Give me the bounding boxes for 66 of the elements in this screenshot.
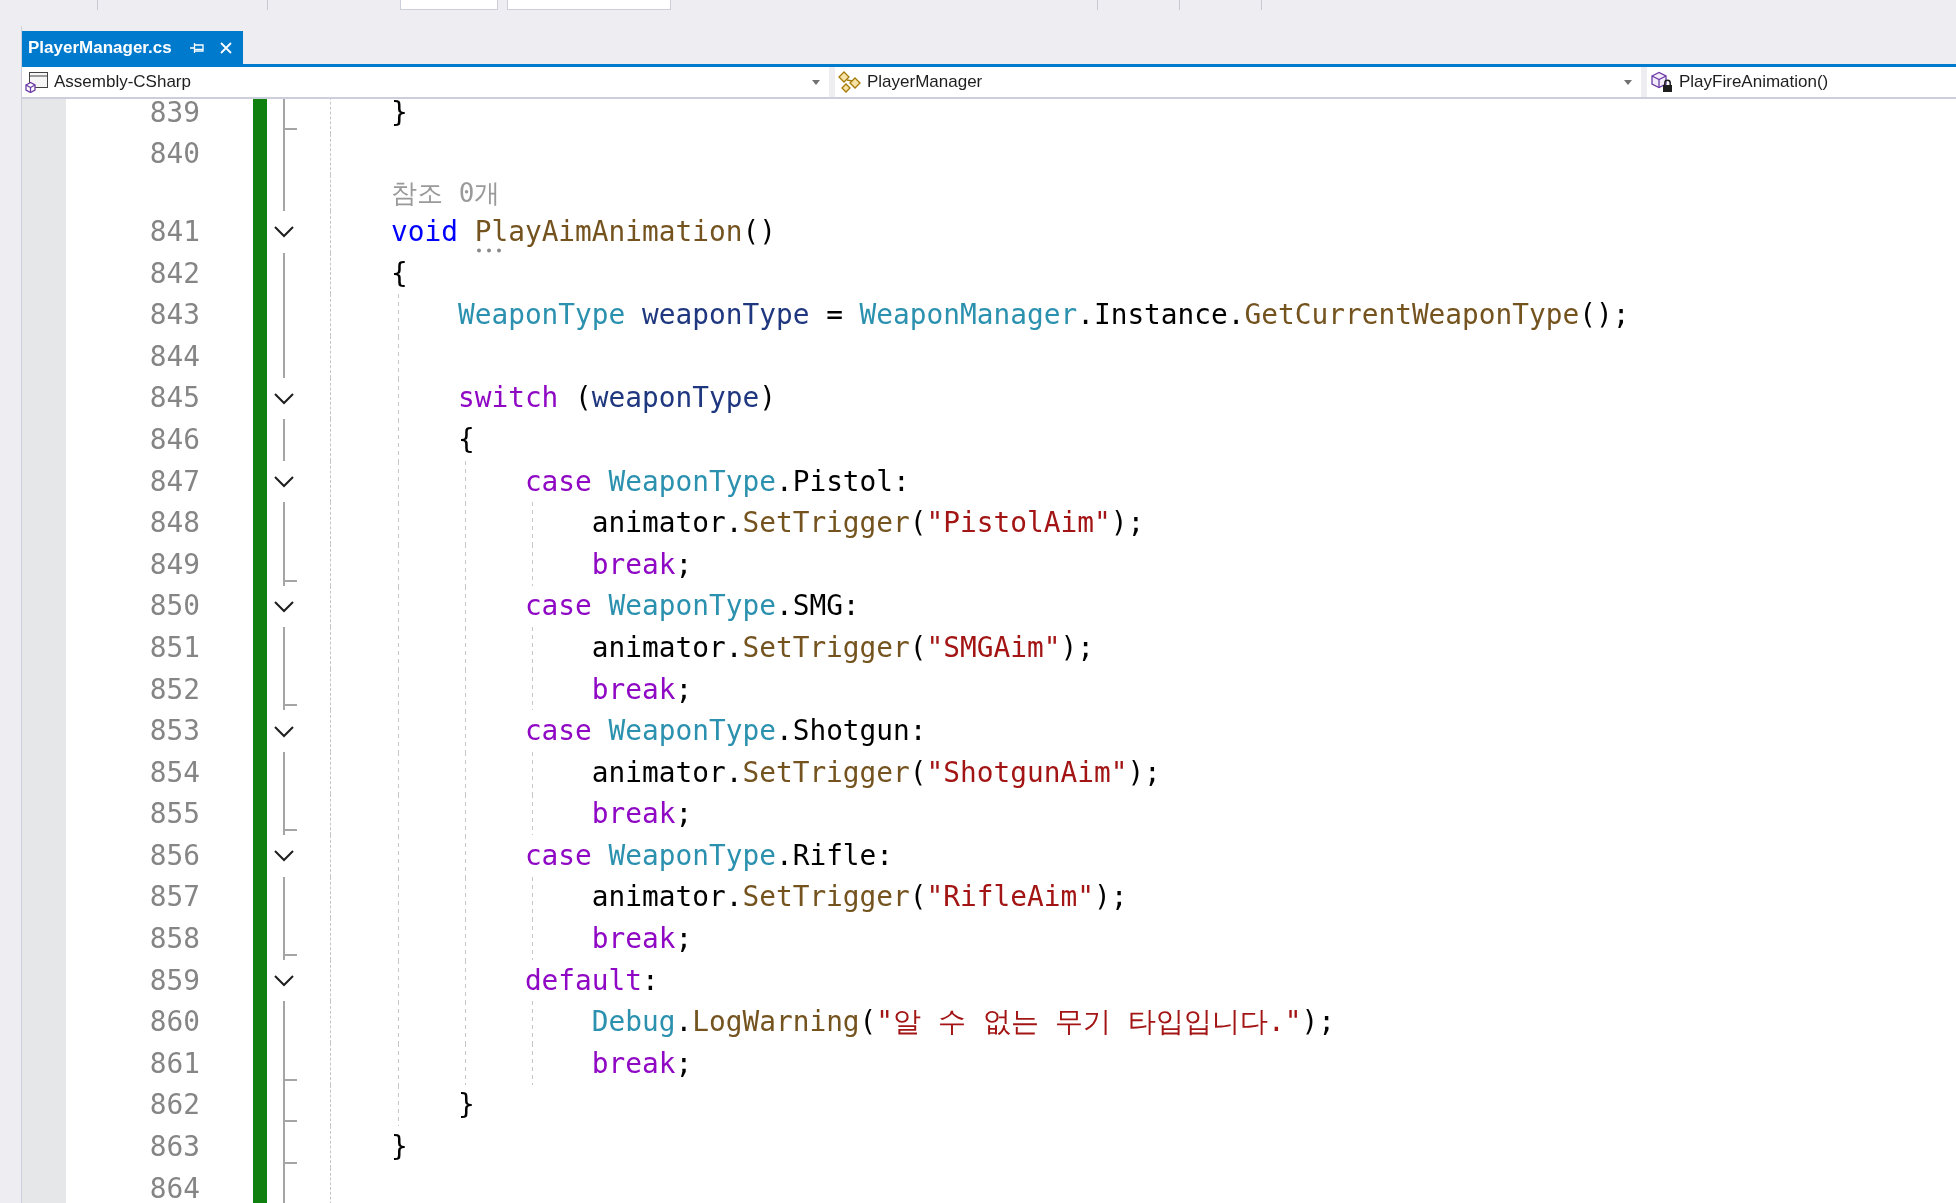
code-line: void PlayAimAnimation(): [391, 216, 776, 248]
code-line: {: [457, 423, 475, 456]
code-line: case WeaponType.Rifle:: [524, 839, 894, 872]
code-line: default:: [524, 964, 659, 997]
line-number: 841: [149, 216, 200, 248]
line-number: 862: [149, 1089, 200, 1122]
collapse-chevron-icon[interactable]: [273, 599, 295, 613]
class-icon: [838, 71, 862, 93]
navigation-dropdown[interactable]: Assembly-CSharp: [22, 67, 829, 97]
line-number: 840: [149, 138, 200, 171]
line-number: 848: [149, 507, 200, 540]
code-line: }: [391, 1131, 408, 1164]
code-line: WeaponType weaponType = WeaponManager.Instance.GetCurrentWeaponType();: [457, 299, 1630, 332]
code-line: }: [391, 99, 408, 129]
line-number: 850: [149, 590, 200, 623]
code-line: break;: [591, 1047, 693, 1080]
collapse-chevron-icon[interactable]: [273, 475, 295, 489]
line-number: 846: [149, 423, 200, 456]
code-line: break;: [591, 548, 693, 581]
line-number: 847: [149, 465, 200, 498]
code-line: animator.SetTrigger("ShotgunAim");: [591, 756, 1161, 789]
collapse-chevron-icon[interactable]: [273, 225, 295, 239]
code-line: case WeaponType.SMG:: [524, 590, 860, 623]
line-number: 839: [149, 99, 200, 129]
collapse-chevron-icon[interactable]: [273, 849, 295, 863]
navigation-dropdown[interactable]: PlayFireAnimation(): [1647, 67, 1956, 97]
code-line: animator.SetTrigger("PistolAim");: [591, 507, 1145, 540]
line-number: 853: [149, 715, 200, 748]
line-number: 858: [149, 923, 200, 956]
line-number: 860: [149, 1006, 200, 1039]
code-line: break;: [591, 798, 693, 831]
code-line: case WeaponType.Pistol:: [524, 465, 910, 498]
line-number: 854: [149, 756, 200, 789]
line-number: 859: [149, 964, 200, 997]
line-number: 861: [149, 1047, 200, 1080]
project-icon: [25, 71, 49, 93]
code-line: switch (weaponType): [457, 382, 776, 415]
code-line: break;: [591, 673, 693, 706]
code-line: animator.SetTrigger("SMGAim");: [591, 631, 1094, 664]
line-number: 857: [149, 881, 200, 914]
code-line: animator.SetTrigger("RifleAim");: [591, 881, 1128, 914]
code-line: Debug.LogWarning("알 수 없는 무기 타입입니다.");: [591, 1006, 1335, 1039]
code-line: case WeaponType.Shotgun:: [524, 715, 927, 748]
line-number: 863: [149, 1131, 200, 1164]
code-line: }: [457, 1089, 475, 1122]
navigation-dropdown[interactable]: PlayerManager: [835, 67, 1641, 97]
line-number: 844: [149, 340, 200, 373]
file-tab[interactable]: PlayerManager.cs: [22, 31, 243, 64]
line-number: 864: [149, 1172, 200, 1203]
collapse-chevron-icon[interactable]: [273, 724, 295, 738]
line-number: 852: [149, 673, 200, 706]
cube-lock-icon: [1650, 71, 1674, 93]
code-line: {: [391, 257, 408, 290]
line-number: 855: [149, 798, 200, 831]
line-number: 842: [149, 257, 200, 290]
code-line: break;: [591, 923, 693, 956]
line-number: 843: [149, 299, 200, 332]
line-number: 856: [149, 839, 200, 872]
line-number: 849: [149, 548, 200, 581]
close-icon[interactable]: [219, 41, 232, 54]
line-number: 845: [149, 382, 200, 415]
pin-icon[interactable]: [189, 41, 204, 54]
suggestion-dots-icon[interactable]: [476, 248, 503, 253]
line-number: 851: [149, 631, 200, 664]
collapse-chevron-icon[interactable]: [273, 974, 295, 988]
collapse-chevron-icon[interactable]: [273, 391, 295, 405]
